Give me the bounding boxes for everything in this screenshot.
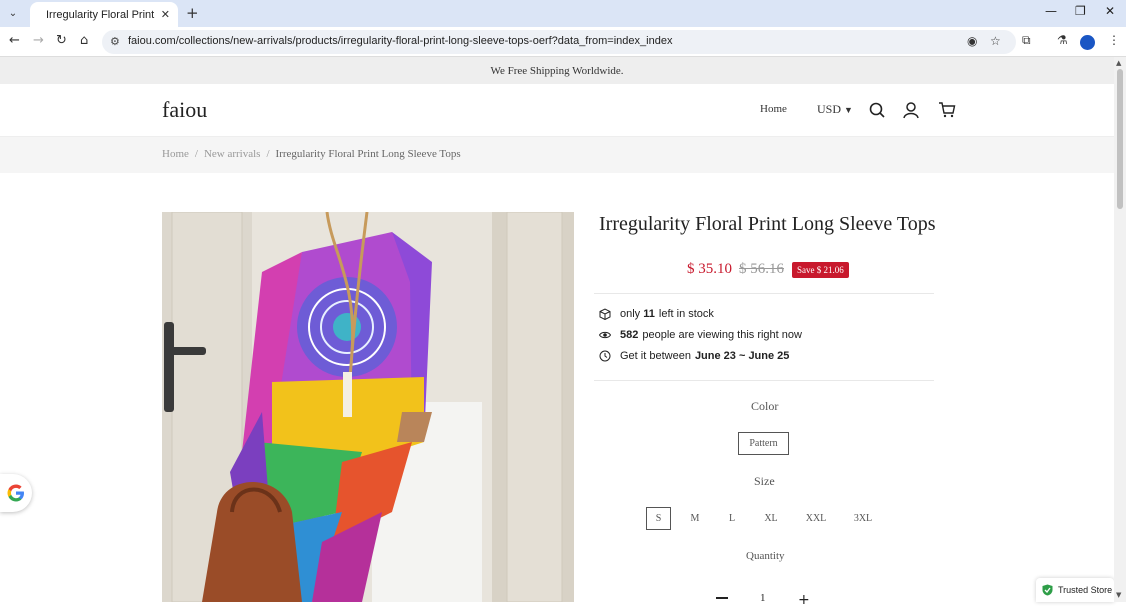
size-option-l[interactable]: L [722,507,742,530]
product-photo [162,212,574,602]
breadcrumb-separator: / [194,148,198,160]
size-label: Size [754,474,775,488]
viewers-info: 582 people are viewing this right now [599,329,802,341]
color-label: Color [751,399,779,413]
reload-icon[interactable]: ↻ [56,33,67,48]
breadcrumb-current: Irregularity Floral Print Long Sleeve To… [275,148,461,160]
site-logo[interactable]: faiou [162,97,207,123]
google-badge[interactable] [0,474,32,512]
quantity-value[interactable]: 1 [760,592,766,604]
scrollbar-thumb[interactable] [1117,69,1123,209]
tab-search-icon[interactable]: ⌄ [4,4,22,22]
site-header: faiou Home USD ▼ [0,84,1114,137]
size-option-s[interactable]: S [646,507,671,530]
stock-info: only 11 left in stock [599,308,714,320]
currency-value: USD [817,102,842,116]
caret-down-icon: ▼ [844,105,853,115]
save-badge: Save $ 21.06 [792,261,849,278]
back-icon[interactable]: ← [9,33,20,48]
profile-avatar[interactable] [1080,35,1095,50]
divider [594,380,934,381]
breadcrumb-category[interactable]: New arrivals [204,148,261,160]
currency-selector[interactable]: USD ▼ [817,102,853,117]
labs-icon[interactable]: ⚗ [1057,33,1068,47]
browser-toolbar: ← → ↻ ⌂ ⚙ faiou.com/collections/new-arri… [0,27,1126,57]
size-option-m[interactable]: M [684,507,706,530]
delivery-prefix: Get it between [620,350,691,362]
trusted-store-badge[interactable]: Trusted Store [1036,578,1114,602]
eye-off-icon[interactable]: ◉ [967,34,977,48]
stock-suffix: left in stock [658,308,714,320]
address-bar[interactable]: ⚙ faiou.com/collections/new-arrivals/pro… [102,30,1016,54]
size-option-3xl[interactable]: 3XL [848,507,878,530]
product-image[interactable] [162,212,574,602]
quantity-decrement-button[interactable] [716,597,728,599]
color-option-pattern[interactable]: Pattern [738,432,789,455]
cart-icon[interactable] [938,101,956,119]
quantity-label: Quantity [746,550,785,562]
scroll-up-icon[interactable]: ▲ [1116,59,1121,67]
extensions-icon[interactable]: ⧉ [1022,33,1031,48]
breadcrumb: Home / New arrivals / Irregularity Floral Pr… [162,148,461,160]
breadcrumb-home[interactable]: Home [162,148,189,160]
minimize-icon[interactable]: — [1045,4,1057,18]
google-logo-icon [7,484,24,502]
new-tab-button[interactable]: + [186,4,199,22]
account-icon[interactable] [902,101,920,119]
box-icon [599,308,611,320]
current-price: $ 35.10 [687,261,732,277]
nav-home-link[interactable]: Home [760,103,787,115]
forward-icon[interactable]: → [33,33,44,48]
tab-close-icon[interactable]: ✕ [161,8,170,21]
announcement-bar: We Free Shipping Worldwide. [0,57,1114,84]
delivery-info: Get it between June 23 ~ June 25 [599,350,789,362]
divider [594,293,934,294]
stock-count: 11 [643,308,655,320]
size-option-xl[interactable]: XL [758,507,784,530]
trusted-store-label: Trusted Store [1058,585,1113,595]
breadcrumb-separator: / [266,148,270,160]
shield-check-icon [1042,584,1053,596]
clock-icon [599,350,611,362]
viewers-suffix: people are viewing this right now [642,329,802,341]
tab-title: Irregularity Floral Print Long Sle [46,8,157,21]
browser-tab-bar: ⌄ Irregularity Floral Print Long Sle ✕ +… [0,0,1126,27]
browser-tab[interactable]: Irregularity Floral Print Long Sle ✕ [30,2,178,27]
size-option-xxl[interactable]: XXL [800,507,832,530]
product-title: Irregularity Floral Print Long Sleeve To… [599,213,936,235]
restore-icon[interactable]: ❐ [1075,4,1086,18]
bookmark-star-icon[interactable]: ☆ [990,34,1001,48]
close-window-icon[interactable]: ✕ [1105,4,1115,18]
menu-kebab-icon[interactable]: ⋮ [1108,33,1120,47]
breadcrumb-bar: Home / New arrivals / Irregularity Floral Pr… [0,137,1114,173]
viewers-count: 582 [620,329,639,341]
eye-icon [599,331,611,339]
home-icon[interactable]: ⌂ [80,33,88,48]
site-info-icon[interactable]: ⚙ [110,35,120,48]
page-scrollbar[interactable]: ▲ ▼ [1114,57,1126,602]
price-row: $ 35.10 $ 56.16 Save $ 21.06 [687,261,849,278]
original-price: $ 56.16 [739,261,784,277]
stock-prefix: only [620,308,641,320]
scroll-down-icon[interactable]: ▼ [1116,591,1121,599]
quantity-increment-button[interactable]: + [798,592,810,608]
search-icon[interactable] [868,101,886,119]
url-text[interactable]: faiou.com/collections/new-arrivals/produ… [128,35,672,47]
delivery-range: June 23 ~ June 25 [694,350,790,362]
